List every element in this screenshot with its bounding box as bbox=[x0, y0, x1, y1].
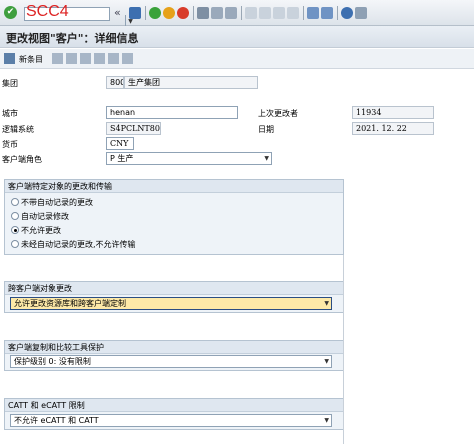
cross-client-group: 跨客户端对象更改 允许更改资源库和跨客户端定制 ▼ bbox=[4, 281, 344, 313]
radio-no-changes-allowed[interactable]: 不允许更改 bbox=[11, 225, 61, 236]
application-toolbar: 新条目 bbox=[0, 49, 474, 69]
cross-client-value: 允许更改资源库和跨客户端定制 bbox=[14, 299, 126, 308]
transport-icon[interactable] bbox=[122, 53, 133, 64]
handwritten-tcode-annotation: SCC4 bbox=[26, 3, 69, 20]
enter-button[interactable]: ✔ bbox=[4, 6, 17, 19]
client-field: 800 bbox=[106, 76, 124, 89]
help-icon[interactable] bbox=[341, 7, 353, 19]
next-entry-icon[interactable] bbox=[108, 53, 119, 64]
find-next-icon[interactable] bbox=[225, 7, 237, 19]
chevron-down-icon[interactable]: ▼ bbox=[264, 153, 269, 164]
first-page-icon[interactable] bbox=[245, 7, 257, 19]
protection-value: 保护级别 0: 没有限制 bbox=[14, 357, 91, 366]
next-page-icon[interactable] bbox=[273, 7, 285, 19]
client-label: 集团 bbox=[2, 79, 18, 88]
last-changed-by-field: 11934 bbox=[352, 106, 434, 119]
catt-group: CATT 和 eCATT 限制 不允许 eCATT 和 CATT ▼ bbox=[4, 398, 344, 430]
system-toolbar: ✔ ▼ SCC4 « bbox=[0, 0, 474, 29]
shortcut-icon[interactable] bbox=[321, 7, 333, 19]
history-icon[interactable]: « bbox=[114, 6, 121, 19]
city-field[interactable]: henan bbox=[106, 106, 238, 119]
currency-label: 货币 bbox=[2, 140, 18, 149]
previous-page-icon[interactable] bbox=[259, 7, 271, 19]
undo-icon[interactable] bbox=[80, 53, 91, 64]
last-page-icon[interactable] bbox=[287, 7, 299, 19]
back-icon[interactable] bbox=[149, 7, 161, 19]
radio-changes-no-transport[interactable]: 未经自动记录的更改,不允许传输 bbox=[11, 239, 136, 250]
copy-icon[interactable] bbox=[52, 53, 63, 64]
find-icon[interactable] bbox=[211, 7, 223, 19]
chevron-down-icon[interactable]: ▼ bbox=[324, 356, 329, 367]
toolbar-divider bbox=[145, 6, 146, 20]
catt-select[interactable]: 不允许 eCATT 和 CATT ▼ bbox=[10, 414, 332, 427]
page-title: 更改视图"客户"：详细信息 bbox=[6, 32, 139, 45]
catt-value: 不允许 eCATT 和 CATT bbox=[14, 416, 99, 425]
radio-auto-recording[interactable]: 自动记录修改 bbox=[11, 211, 69, 222]
client-role-label: 客户端角色 bbox=[2, 155, 42, 164]
radio-button[interactable] bbox=[11, 198, 19, 206]
previous-entry-icon[interactable] bbox=[94, 53, 105, 64]
toolbar-divider bbox=[303, 6, 304, 20]
radio-changes-no-recording[interactable]: 不带自动记录的更改 bbox=[11, 197, 93, 208]
radio-button-selected[interactable] bbox=[11, 226, 19, 234]
group-title: 跨客户端对象更改 bbox=[5, 282, 343, 295]
city-label: 城市 bbox=[2, 109, 18, 118]
changes-transports-group: 客户端特定对象的更改和传输 不带自动记录的更改 自动记录修改 不允许更改 未经自… bbox=[4, 179, 344, 255]
group-title: 客户端特定对象的更改和传输 bbox=[5, 180, 343, 193]
toolbar-divider bbox=[241, 6, 242, 20]
exit-icon[interactable] bbox=[163, 7, 175, 19]
print-icon[interactable] bbox=[197, 7, 209, 19]
title-bar: 更改视图"客户"：详细信息 bbox=[0, 26, 474, 48]
client-role-value: P 生产 bbox=[110, 154, 134, 163]
date-label: 日期 bbox=[258, 125, 274, 134]
group-title: 客户端复制和比较工具保护 bbox=[5, 341, 343, 354]
client-description: 生产集团 bbox=[124, 76, 258, 89]
cross-client-select[interactable]: 允许更改资源库和跨客户端定制 ▼ bbox=[10, 297, 332, 310]
delete-icon[interactable] bbox=[66, 53, 77, 64]
toolbar-divider bbox=[337, 6, 338, 20]
protection-select[interactable]: 保护级别 0: 没有限制 ▼ bbox=[10, 355, 332, 368]
radio-button[interactable] bbox=[11, 212, 19, 220]
toolbar-divider bbox=[193, 6, 194, 20]
radio-button[interactable] bbox=[11, 240, 19, 248]
logical-system-field: S4PCLNT800 bbox=[106, 122, 161, 135]
date-field: 2021. 12. 22 bbox=[352, 122, 434, 135]
change-display-icon[interactable] bbox=[4, 53, 15, 64]
protection-group: 客户端复制和比较工具保护 保护级别 0: 没有限制 ▼ bbox=[4, 340, 344, 371]
logical-system-label: 逻辑系统 bbox=[2, 125, 34, 134]
new-entries-button[interactable]: 新条目 bbox=[19, 54, 43, 65]
client-role-select[interactable]: P 生产 ▼ bbox=[106, 152, 272, 165]
cancel-icon[interactable] bbox=[177, 7, 189, 19]
customize-layout-icon[interactable] bbox=[355, 7, 367, 19]
chevron-down-icon[interactable]: ▼ bbox=[324, 415, 329, 426]
screen-edge-divider bbox=[343, 255, 344, 444]
group-title: CATT 和 eCATT 限制 bbox=[5, 399, 343, 412]
save-icon[interactable] bbox=[129, 7, 141, 19]
new-session-icon[interactable] bbox=[307, 7, 319, 19]
chevron-down-icon[interactable]: ▼ bbox=[324, 298, 329, 309]
last-changed-by-label: 上次更改者 bbox=[258, 109, 298, 118]
currency-field[interactable]: CNY bbox=[106, 137, 134, 150]
